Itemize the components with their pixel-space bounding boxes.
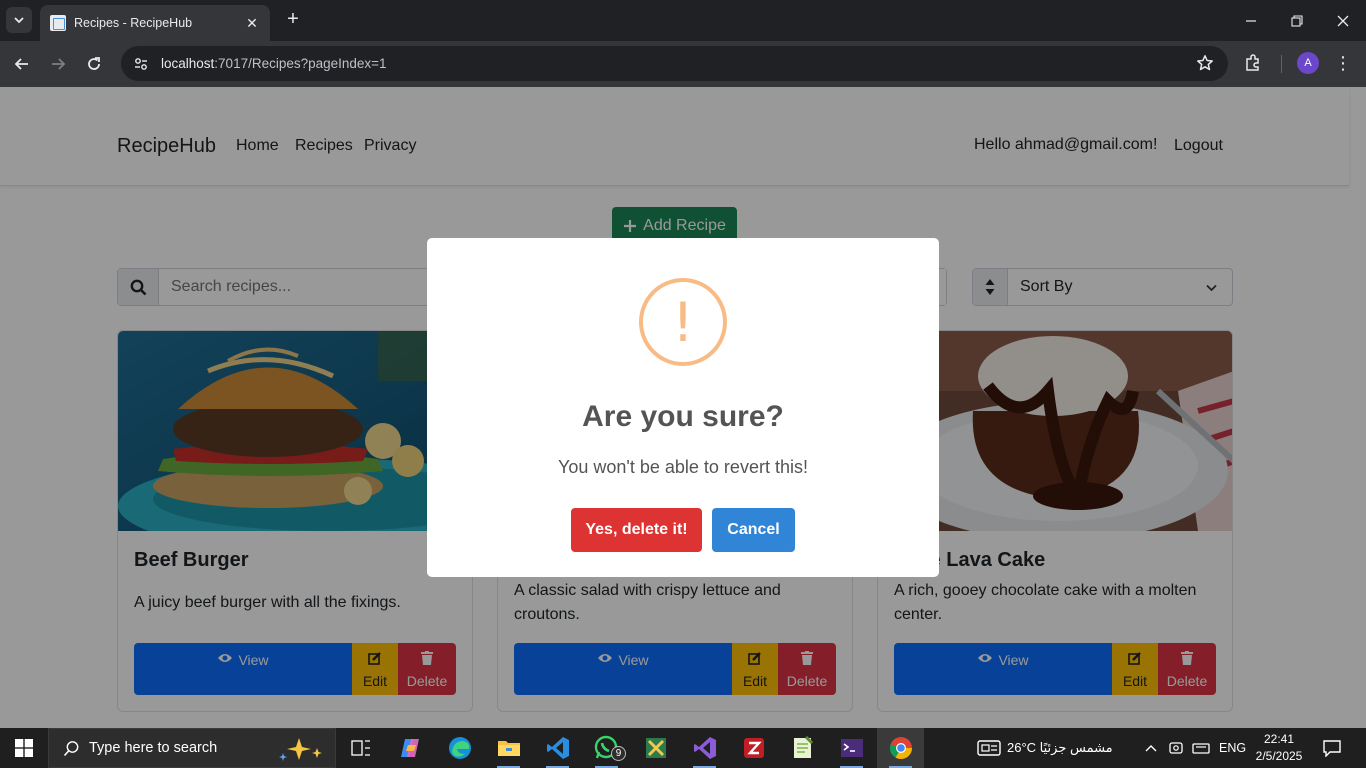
weather-text: 26°C مشمس جزئيًا (1007, 740, 1113, 755)
chevron-up-icon (1145, 745, 1157, 752)
visual-studio-icon (693, 737, 716, 759)
clock-time: 22:41 (1263, 732, 1295, 746)
tab-title: Recipes - RecipeHub (74, 16, 193, 30)
filezilla-app[interactable] (730, 728, 777, 768)
terminal-icon (840, 739, 863, 757)
minimize-button[interactable] (1228, 0, 1274, 41)
notepad-plus-app[interactable] (779, 728, 826, 768)
task-view-button[interactable] (337, 728, 384, 768)
back-button[interactable] (8, 50, 36, 78)
browser-tab-active[interactable]: Recipes - RecipeHub ✕ (40, 5, 270, 41)
system-clock[interactable]: 22:41 2/5/2025 (1250, 731, 1308, 765)
new-tab-button[interactable]: + (282, 8, 304, 32)
whatsapp-app[interactable]: 9 (583, 728, 630, 768)
weather-widget[interactable]: 26°C مشمس جزئيًا (977, 728, 1113, 768)
arrow-left-icon (14, 58, 28, 70)
terminal-app[interactable] (828, 728, 875, 768)
copilot-app[interactable] (387, 728, 434, 768)
file-explorer-app[interactable] (485, 728, 532, 768)
notification-badge: 9 (611, 746, 626, 761)
network-icon (1192, 743, 1210, 754)
tab-search-button[interactable] (6, 7, 32, 33)
bookmark-star-icon[interactable] (1196, 54, 1214, 72)
search-icon (63, 740, 79, 756)
filezilla-icon (743, 738, 764, 758)
windows-taskbar: Type here to search 9 26°C مشمس جزئيًا E… (0, 728, 1366, 768)
restore-button[interactable] (1274, 0, 1320, 41)
browser-toolbar: localhost:7017/Recipes?pageIndex=1 A ⋮ (0, 41, 1366, 87)
dialog-message: You won't be able to revert this! (558, 457, 808, 477)
browser-menu-icon[interactable]: ⋮ (1334, 52, 1352, 74)
folder-icon (497, 741, 520, 756)
url-host: localhost (161, 56, 215, 71)
show-hidden-icons-button[interactable] (1144, 728, 1158, 768)
extensions-icon[interactable] (1243, 53, 1263, 73)
meet-now-button[interactable] (1168, 728, 1184, 768)
toolbar-separator (1281, 55, 1282, 73)
reload-button[interactable] (80, 50, 108, 78)
cancel-button[interactable]: Cancel (712, 508, 795, 552)
close-window-button[interactable] (1320, 0, 1366, 41)
browser-tab-strip: Recipes - RecipeHub ✕ + (0, 0, 1366, 41)
arrow-right-icon (52, 58, 66, 70)
windows-logo-icon (15, 739, 33, 757)
chevron-down-icon (14, 17, 24, 24)
vscode-icon (546, 737, 569, 759)
reload-icon (88, 57, 100, 70)
dialog-title: Are you sure? (582, 400, 784, 433)
copilot-icon (400, 739, 419, 757)
task-view-icon (350, 740, 370, 756)
notification-center-button[interactable] (1322, 728, 1342, 768)
start-button[interactable] (0, 728, 48, 768)
close-tab-icon[interactable]: ✕ (244, 15, 260, 32)
notification-icon (1323, 740, 1341, 757)
restore-icon (1291, 14, 1303, 27)
language-text: ENG (1219, 741, 1247, 755)
url-path: :7017/Recipes?pageIndex=1 (214, 56, 387, 71)
confirm-delete-button[interactable]: Yes, delete it! (571, 508, 702, 552)
snipping-icon (645, 738, 666, 758)
clock-date: 2/5/2025 (1255, 749, 1303, 763)
site-settings-icon[interactable] (133, 56, 149, 72)
weather-icon (977, 740, 1001, 756)
copilot-sparkle-icon (279, 738, 322, 761)
address-bar[interactable]: localhost:7017/Recipes?pageIndex=1 (121, 46, 1228, 81)
warning-icon: ! (639, 278, 727, 366)
vscode-app[interactable] (534, 728, 581, 768)
chrome-icon (889, 737, 912, 759)
edge-app[interactable] (436, 728, 483, 768)
network-button[interactable] (1192, 728, 1210, 768)
close-icon (1337, 15, 1349, 26)
chrome-app[interactable] (877, 728, 924, 768)
camera-icon (1169, 742, 1183, 754)
url-text: localhost:7017/Recipes?pageIndex=1 (161, 56, 387, 71)
visual-studio-app[interactable] (681, 728, 728, 768)
taskbar-search-placeholder: Type here to search (89, 740, 218, 756)
notepad-icon (793, 736, 813, 758)
minimize-icon (1246, 19, 1256, 22)
page-favicon-icon (50, 15, 66, 31)
confirm-dialog: ! Are you sure? You won't be able to rev… (427, 238, 939, 577)
language-indicator[interactable]: ENG (1219, 728, 1246, 768)
profile-avatar[interactable]: A (1297, 52, 1319, 74)
taskbar-search-box[interactable]: Type here to search (48, 728, 336, 768)
page-viewport: RecipeHub Home Recipes Privacy Hello ahm… (0, 87, 1366, 728)
snipping-tool-app[interactable] (632, 728, 679, 768)
forward-button[interactable] (44, 50, 72, 78)
edge-icon (448, 737, 471, 759)
